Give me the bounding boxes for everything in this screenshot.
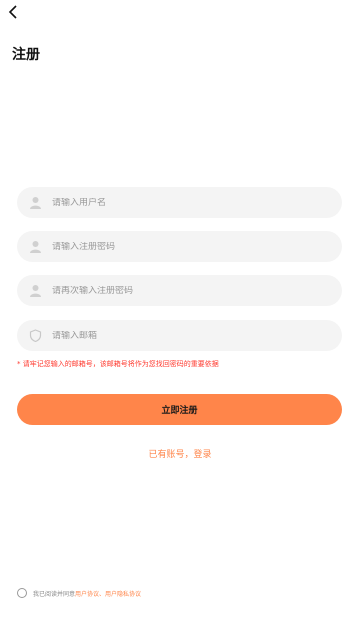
back-arrow-icon[interactable] bbox=[6, 4, 22, 20]
confirm-password-input[interactable] bbox=[52, 285, 312, 296]
username-input[interactable] bbox=[52, 197, 312, 208]
agreement-prefix: 我已阅读并同意 bbox=[33, 590, 76, 598]
lock-icon bbox=[29, 284, 42, 297]
register-button[interactable]: 立即注册 bbox=[17, 394, 342, 425]
shield-icon bbox=[29, 329, 42, 342]
password-input[interactable] bbox=[52, 241, 312, 252]
agreement-row: 我已阅读并同意 用户协议 、 用户隐私协议 bbox=[17, 588, 141, 598]
email-field[interactable] bbox=[17, 320, 342, 351]
email-warning: * 请牢记您输入的邮箱号，该邮箱号将作为您找回密码的重要依据 bbox=[17, 360, 219, 368]
lock-icon bbox=[29, 240, 42, 253]
user-agreement-link[interactable]: 用户协议 bbox=[75, 589, 99, 598]
username-field[interactable] bbox=[17, 187, 342, 218]
email-input[interactable] bbox=[52, 330, 312, 341]
confirm-password-field[interactable] bbox=[17, 275, 342, 306]
privacy-agreement-link[interactable]: 用户隐私协议 bbox=[105, 589, 141, 598]
agree-radio[interactable] bbox=[17, 588, 27, 598]
user-icon bbox=[29, 196, 42, 209]
page-title: 注册 bbox=[12, 47, 40, 63]
password-field[interactable] bbox=[17, 231, 342, 262]
login-link[interactable]: 已有账号，登录 bbox=[0, 447, 360, 460]
